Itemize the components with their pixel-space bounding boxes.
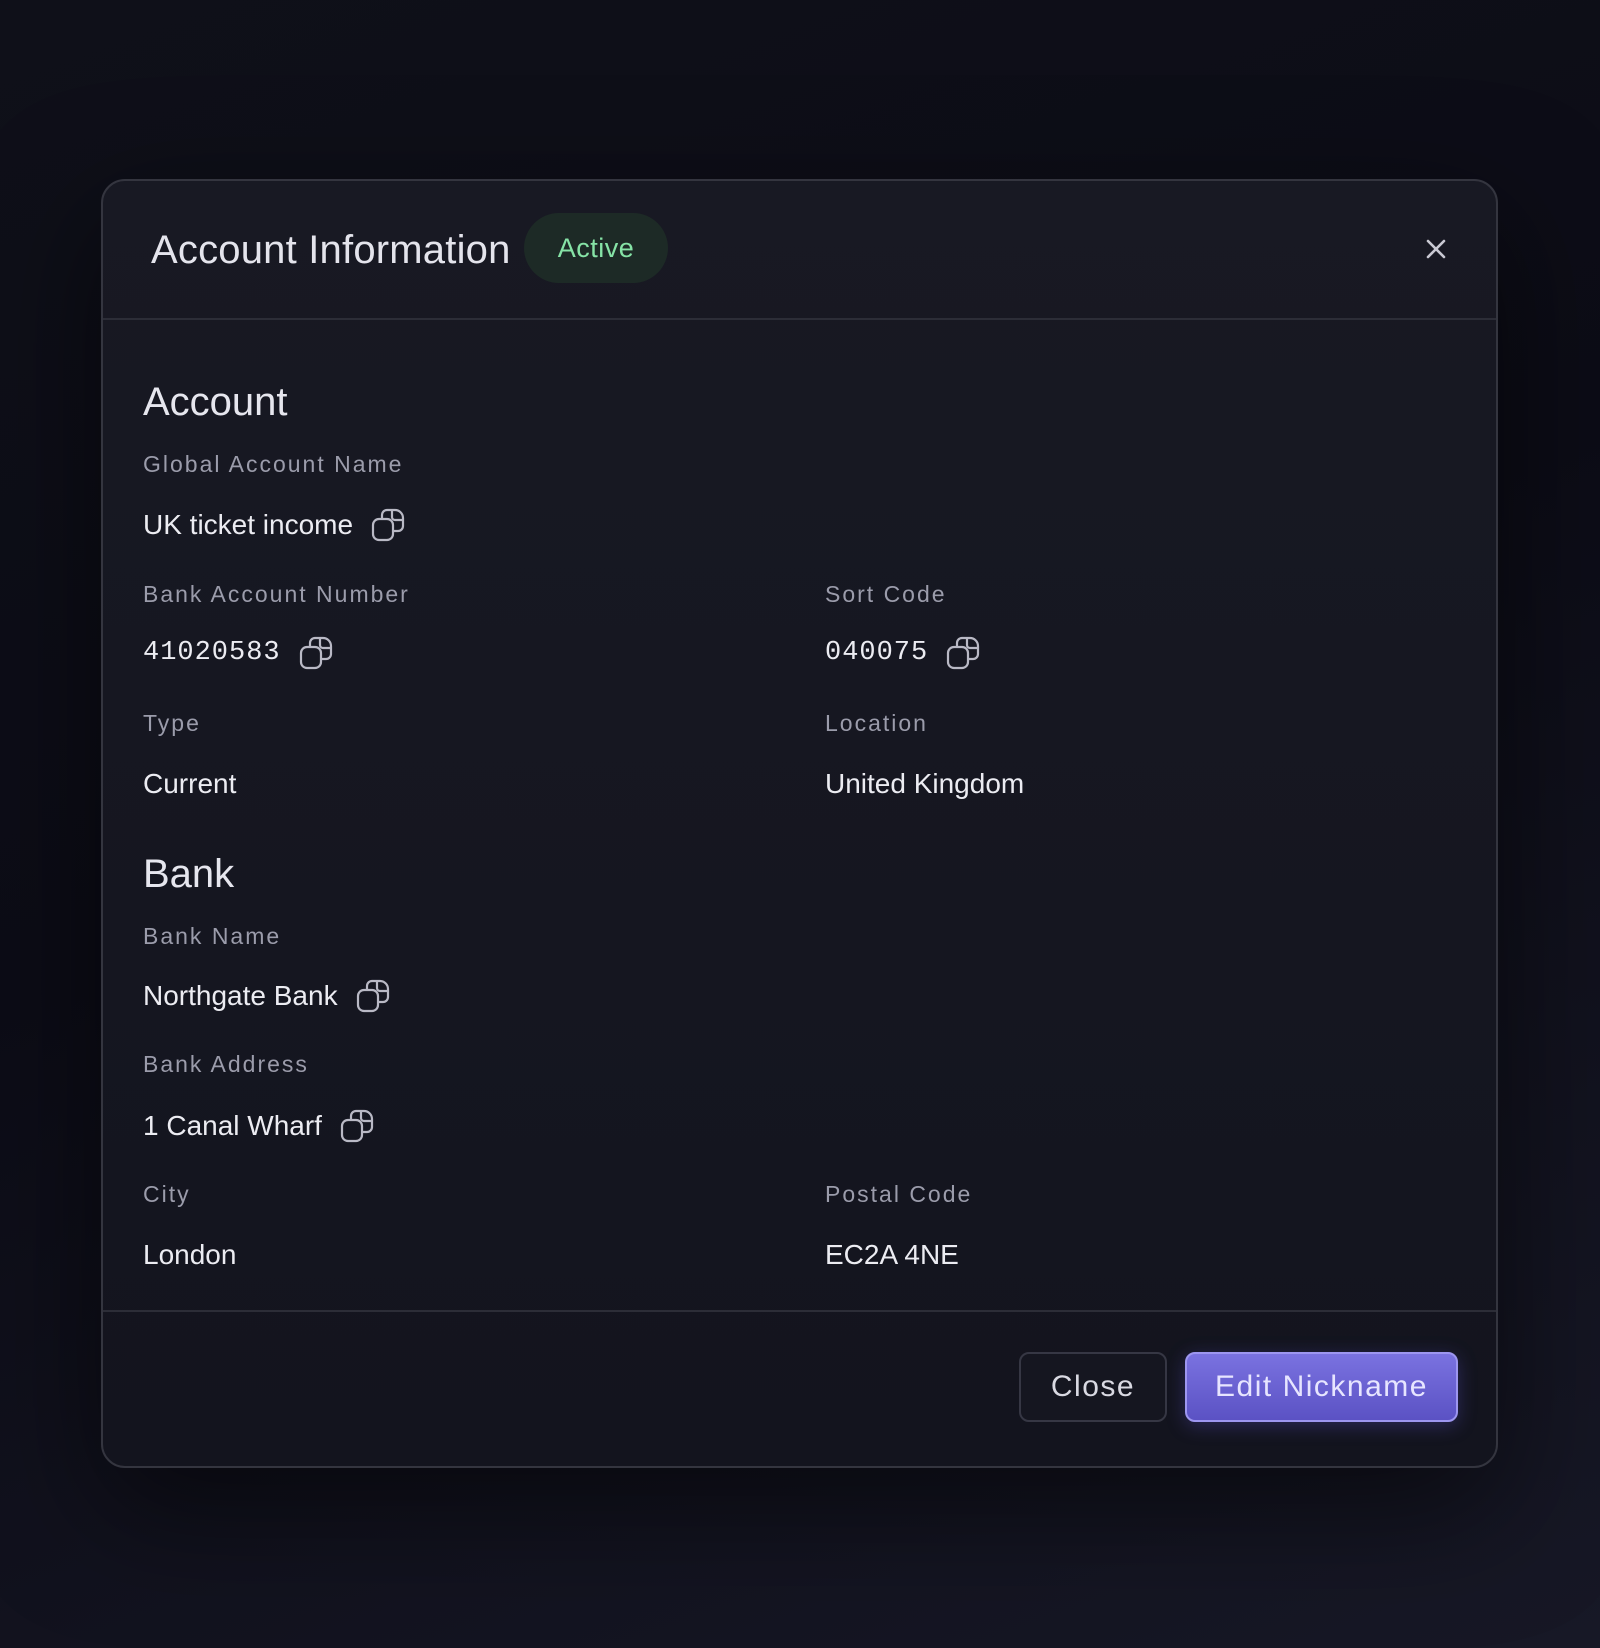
sort-code-label: Sort Code bbox=[825, 581, 947, 607]
copy-icon[interactable] bbox=[945, 635, 981, 671]
close-button[interactable]: Close bbox=[1019, 1352, 1167, 1422]
city-label: City bbox=[143, 1181, 191, 1207]
modal-title: Account Information bbox=[151, 228, 511, 272]
copy-icon[interactable] bbox=[298, 635, 334, 671]
sort-code-field: 040075 bbox=[825, 635, 981, 671]
status-badge: Active bbox=[524, 213, 668, 283]
bank-name-label: Bank Name bbox=[143, 923, 282, 949]
sort-code-value: 040075 bbox=[825, 638, 929, 668]
bank-account-number-value: 41020583 bbox=[143, 638, 281, 668]
bank-account-number-field: 41020583 bbox=[143, 635, 334, 671]
global-account-name-label: Global Account Name bbox=[143, 451, 404, 477]
modal-footer: Close Edit Nickname bbox=[103, 1310, 1496, 1466]
account-information-modal: Account Information Active Account Globa… bbox=[101, 179, 1498, 1468]
modal-header: Account Information Active bbox=[103, 181, 1496, 320]
bank-name-field: Northgate Bank bbox=[143, 978, 391, 1014]
type-label: Type bbox=[143, 710, 201, 736]
global-account-name-value: UK ticket income bbox=[143, 509, 354, 540]
copy-icon[interactable] bbox=[339, 1108, 375, 1144]
postal-code-value: EC2A 4NE bbox=[825, 1239, 959, 1270]
section-title-account: Account bbox=[143, 380, 288, 424]
global-account-name-field: UK ticket income bbox=[143, 507, 406, 543]
bank-address-value: 1 Canal Wharf bbox=[143, 1110, 322, 1141]
copy-icon[interactable] bbox=[370, 507, 406, 543]
bank-address-field: 1 Canal Wharf bbox=[143, 1108, 375, 1144]
location-label: Location bbox=[825, 710, 928, 736]
close-icon[interactable] bbox=[1417, 230, 1455, 268]
city-value: London bbox=[143, 1239, 237, 1270]
location-value: United Kingdom bbox=[825, 768, 1025, 799]
copy-icon[interactable] bbox=[355, 978, 391, 1014]
bank-name-value: Northgate Bank bbox=[143, 980, 338, 1011]
section-title-bank: Bank bbox=[143, 852, 235, 896]
bank-address-label: Bank Address bbox=[143, 1051, 309, 1077]
bank-account-number-label: Bank Account Number bbox=[143, 581, 410, 607]
edit-nickname-button[interactable]: Edit Nickname bbox=[1185, 1352, 1458, 1422]
postal-code-label: Postal Code bbox=[825, 1181, 973, 1207]
type-value: Current bbox=[143, 768, 237, 799]
